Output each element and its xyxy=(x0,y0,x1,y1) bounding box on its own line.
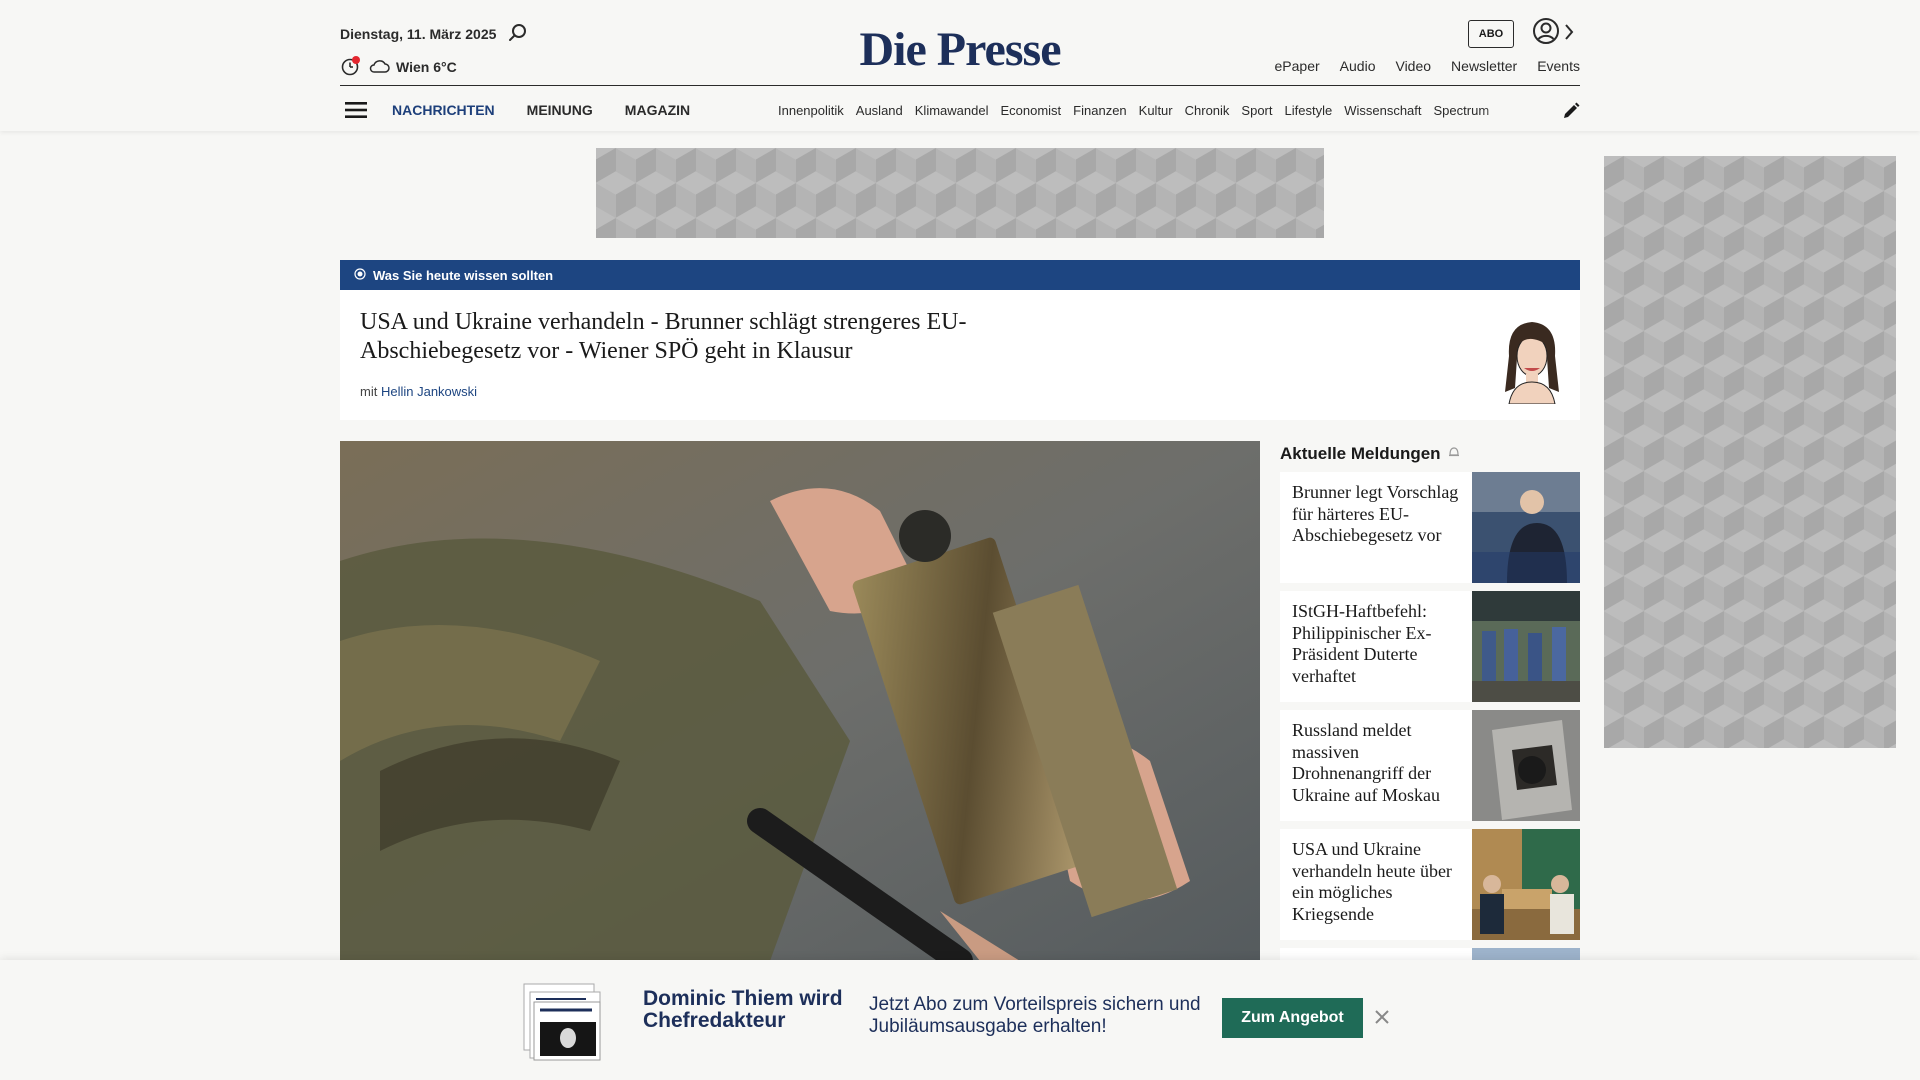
user-account-button[interactable] xyxy=(1532,17,1580,52)
nav-magazin[interactable]: MAGAZIN xyxy=(625,102,690,118)
pencil-icon[interactable] xyxy=(1560,100,1582,122)
briefing-headline[interactable]: USA und Ukraine verhandeln - Brunner sch… xyxy=(360,308,1060,366)
nav-nachrichten[interactable]: NACHRICHTEN xyxy=(392,102,495,118)
link-audio[interactable]: Audio xyxy=(1340,58,1376,74)
site-logo[interactable]: Die Presse xyxy=(820,22,1100,77)
news-item-text: Russland meldet massiven Drohnenangriff … xyxy=(1292,720,1440,805)
nav-wissenschaft[interactable]: Wissenschaft xyxy=(1344,103,1421,118)
briefing-label: Was Sie heute wissen sollten xyxy=(373,267,554,283)
nav-economist[interactable]: Economist xyxy=(1000,103,1061,118)
news-item-thumbnail xyxy=(1472,472,1580,583)
nav-kultur[interactable]: Kultur xyxy=(1139,103,1173,118)
news-item-thumbnail xyxy=(1472,710,1580,821)
current-date: Dienstag, 11. März 2025 xyxy=(340,26,497,42)
advertisement-banner[interactable] xyxy=(596,148,1324,238)
link-video[interactable]: Video xyxy=(1395,58,1431,74)
news-item-thumbnail xyxy=(1472,591,1580,702)
promo-offer-text: Jetzt Abo zum Vorteilspreis sichern und … xyxy=(869,994,1201,1037)
section-nav: Innenpolitik Ausland Klimawandel Economi… xyxy=(778,103,1548,118)
news-item-text: IStGH-Haftbefehl: Philippinischer Ex-Prä… xyxy=(1292,601,1432,686)
offer-button[interactable]: Zum Angebot xyxy=(1222,998,1363,1038)
link-newsletter[interactable]: Newsletter xyxy=(1451,58,1517,74)
bell-icon xyxy=(1447,444,1461,464)
user-icon xyxy=(1532,17,1562,52)
radio-icon xyxy=(354,267,366,283)
nav-fade-overlay xyxy=(1480,96,1542,124)
briefing-label-bar: Was Sie heute wissen sollten xyxy=(340,260,1580,290)
cloud-icon xyxy=(368,58,390,77)
daily-briefing[interactable]: Was Sie heute wissen sollten USA und Ukr… xyxy=(340,260,1580,420)
top-links: ePaper Audio Video Newsletter Events xyxy=(1275,58,1580,74)
abo-button[interactable]: ABO xyxy=(1468,20,1514,48)
author-name[interactable]: Hellin Jankowski xyxy=(381,384,477,399)
link-events[interactable]: Events xyxy=(1537,58,1580,74)
search-icon[interactable] xyxy=(506,21,530,45)
link-epaper[interactable]: ePaper xyxy=(1275,58,1320,74)
nav-lifestyle[interactable]: Lifestyle xyxy=(1285,103,1333,118)
hamburger-menu-icon[interactable] xyxy=(344,98,368,122)
news-item[interactable]: Brunner legt Vorschlag für härteres EU-A… xyxy=(1280,472,1580,583)
weather-label: Wien 6°C xyxy=(396,59,457,75)
news-item-thumbnail xyxy=(1472,829,1580,940)
briefing-author: mit Hellin Jankowski xyxy=(360,384,477,399)
news-item[interactable]: Russland meldet massiven Drohnenangriff … xyxy=(1280,710,1580,821)
advertisement-skyscraper[interactable] xyxy=(1604,156,1896,748)
subscription-promo-bar: Dominic Thiem wird Chefredakteur Jetzt A… xyxy=(0,960,1920,1080)
header-divider xyxy=(340,85,1580,86)
nav-meinung[interactable]: MEINUNG xyxy=(527,102,593,118)
news-item-text: Brunner legt Vorschlag für härteres EU-A… xyxy=(1292,482,1459,545)
newspaper-stack-image xyxy=(522,982,604,1062)
nav-chronik[interactable]: Chronik xyxy=(1185,103,1230,118)
chevron-right-icon xyxy=(1562,22,1576,47)
hero-image[interactable] xyxy=(340,441,1260,961)
weather-widget[interactable]: Wien 6°C xyxy=(340,55,457,80)
promo-headline: Dominic Thiem wird Chefredakteur xyxy=(643,987,843,1032)
primary-nav: NACHRICHTEN MEINUNG MAGAZIN xyxy=(392,102,690,118)
author-prefix: mit xyxy=(360,384,378,399)
news-item[interactable]: IStGH-Haftbefehl: Philippinischer Ex-Prä… xyxy=(1280,591,1580,702)
news-item[interactable]: USA und Ukraine verhandeln heute über ei… xyxy=(1280,829,1580,940)
timer-icon xyxy=(340,55,362,80)
site-header: Dienstag, 11. März 2025 Wien 6°C Die Pre… xyxy=(0,0,1920,131)
author-avatar xyxy=(1495,316,1569,405)
nav-ausland[interactable]: Ausland xyxy=(856,103,903,118)
news-feed-title-text: Aktuelle Meldungen xyxy=(1280,444,1441,463)
nav-finanzen[interactable]: Finanzen xyxy=(1073,103,1126,118)
news-feed-title: Aktuelle Meldungen xyxy=(1280,444,1461,464)
news-item-text: USA und Ukraine verhandeln heute über ei… xyxy=(1292,839,1452,924)
nav-innenpolitik[interactable]: Innenpolitik xyxy=(778,103,844,118)
nav-klimawandel[interactable]: Klimawandel xyxy=(915,103,989,118)
nav-sport[interactable]: Sport xyxy=(1241,103,1272,118)
close-icon[interactable] xyxy=(1372,1007,1392,1027)
